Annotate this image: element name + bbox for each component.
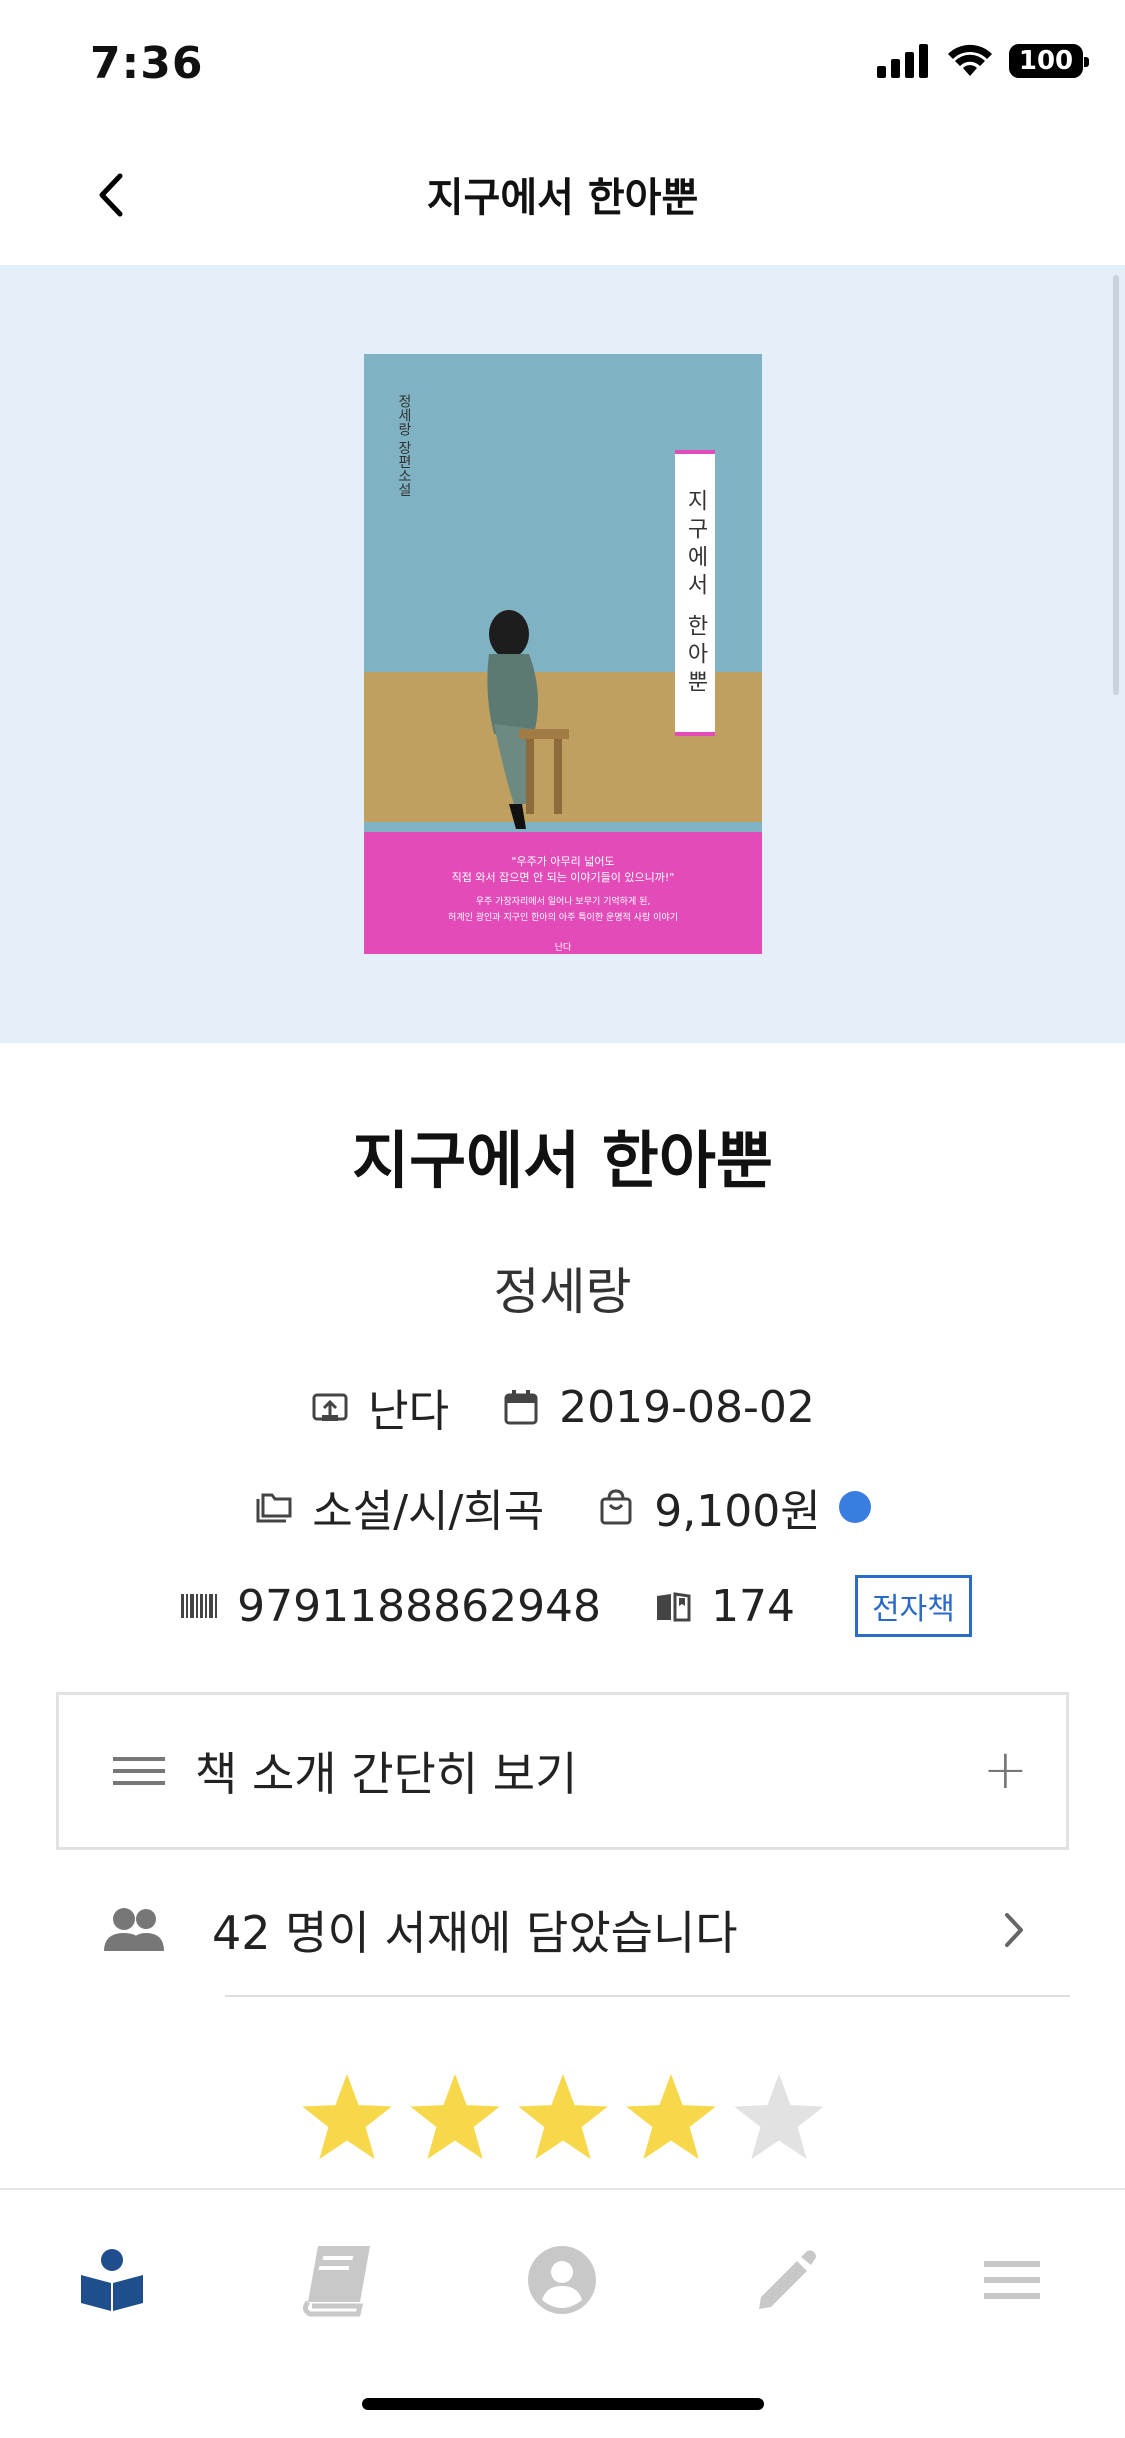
battery-icon: 100	[1009, 44, 1089, 78]
tab-menu[interactable]	[962, 2230, 1062, 2330]
page-title: 지구에서 한아뿐	[426, 175, 699, 221]
pages-label: 174	[711, 1580, 796, 1632]
chevron-right-icon	[1005, 1913, 1023, 1947]
account-icon	[528, 2246, 596, 2314]
intro-label: 책 소개 간단히 보기	[195, 1747, 578, 1801]
folder-icon	[256, 1493, 292, 1523]
cover-tagline: "우주가 아무리 넓어도 직접 와서 잡으면 안 되는 이야기들이 있으니까!"…	[364, 854, 762, 954]
scrollbar[interactable]	[1113, 275, 1119, 695]
date-label: 2019-08-02	[559, 1381, 815, 1433]
pencil-icon	[759, 2250, 816, 2309]
tab-profile[interactable]	[512, 2230, 612, 2330]
status-dot	[838, 1491, 871, 1523]
cover-blurb-line2: 허계인 광인과 지구인 한아의 아주 특이한 운명적 사랑 이야기	[448, 913, 678, 923]
signal-icon	[877, 44, 928, 78]
cover-tagline-line2: 직접 와서 잡으면 안 되는 이야기들이 있으니까!"	[451, 871, 675, 884]
isbn-item: 9791188862948	[179, 1581, 601, 1632]
cover-author-text: 정세랑 장편소설	[396, 394, 412, 497]
open-book-icon	[657, 1592, 691, 1622]
rating-stars[interactable]	[0, 2070, 1125, 2168]
cover-publisher: 난다	[554, 943, 572, 953]
shopping-bag-icon	[600, 1489, 632, 1525]
tab-write[interactable]	[736, 2230, 836, 2330]
cover-tagline-line1: "우주가 아무리 넓어도	[511, 855, 615, 868]
book-icon	[302, 2246, 370, 2317]
price-label: 9,100원	[654, 1486, 821, 1537]
price-item[interactable]: 9,100원	[596, 1475, 871, 1539]
meta-row-2: 소설/시/희곡 9,100원	[0, 1475, 1125, 1539]
divider	[225, 1995, 1070, 1997]
wifi-icon	[948, 44, 992, 76]
category-item[interactable]: 소설/시/희곡	[254, 1475, 544, 1539]
cover-title-band: 지구에서 한아뿐	[675, 450, 715, 736]
status-time: 7:36	[90, 38, 204, 89]
star-icon[interactable]	[514, 2070, 612, 2168]
intro-expander[interactable]: 책 소개 간단히 보기 +	[56, 1692, 1069, 1850]
barcode-icon	[181, 1594, 218, 1618]
ebook-badge[interactable]: 전자책	[855, 1575, 972, 1637]
tab-home[interactable]	[62, 2230, 162, 2330]
star-icon[interactable]	[730, 2070, 828, 2168]
people-icon	[104, 1908, 164, 1951]
publisher-item[interactable]: 난다	[310, 1375, 449, 1439]
tab-library[interactable]	[288, 2230, 388, 2330]
book-reader-icon	[81, 2249, 143, 2311]
publisher-icon	[312, 1393, 348, 1421]
book-cover[interactable]: 정세랑 장편소설 지구에서 한아뿐 "우주가 아무리 넓어도 직접 와서 잡으면…	[364, 354, 762, 954]
readers-row[interactable]: 42 명이 서재에 담았습니다	[56, 1865, 1069, 1995]
star-icon[interactable]	[298, 2070, 396, 2168]
battery-level: 100	[1018, 46, 1074, 76]
status-icons: 100	[877, 44, 1089, 78]
menu-icon	[984, 2261, 1040, 2299]
cover-blurb-line1: 우주 가장자리에서 일어나 보무기 기억하게 된,	[475, 897, 651, 907]
calendar-icon	[504, 1390, 538, 1425]
home-indicator[interactable]	[362, 2398, 764, 2410]
book-author[interactable]: 정세랑	[0, 1252, 1125, 1324]
cover-illustration	[487, 610, 569, 829]
meta-row-1: 난다 2019-08-02	[0, 1375, 1125, 1439]
publisher-label: 난다	[368, 1386, 450, 1437]
book-title: 지구에서 한아뿐	[352, 1124, 773, 1197]
pages-item: 174	[653, 1581, 795, 1632]
menu-lines-icon	[113, 1757, 165, 1785]
cover-band-bottom: "우주가 아무리 넓어도 직접 와서 잡으면 안 되는 이야기들이 있으니까!"…	[364, 832, 762, 954]
meta-row-3: 9791188862948 174 전자책	[0, 1575, 1125, 1637]
readers-text: 42 명이 서재에 담았습니다	[212, 1906, 738, 1960]
isbn-label: 9791188862948	[237, 1580, 602, 1632]
category-label: 소설/시/희곡	[312, 1486, 545, 1537]
star-icon[interactable]	[406, 2070, 504, 2168]
plus-icon: +	[982, 1738, 1028, 1801]
date-item: 2019-08-02	[501, 1382, 815, 1433]
star-icon[interactable]	[622, 2070, 720, 2168]
